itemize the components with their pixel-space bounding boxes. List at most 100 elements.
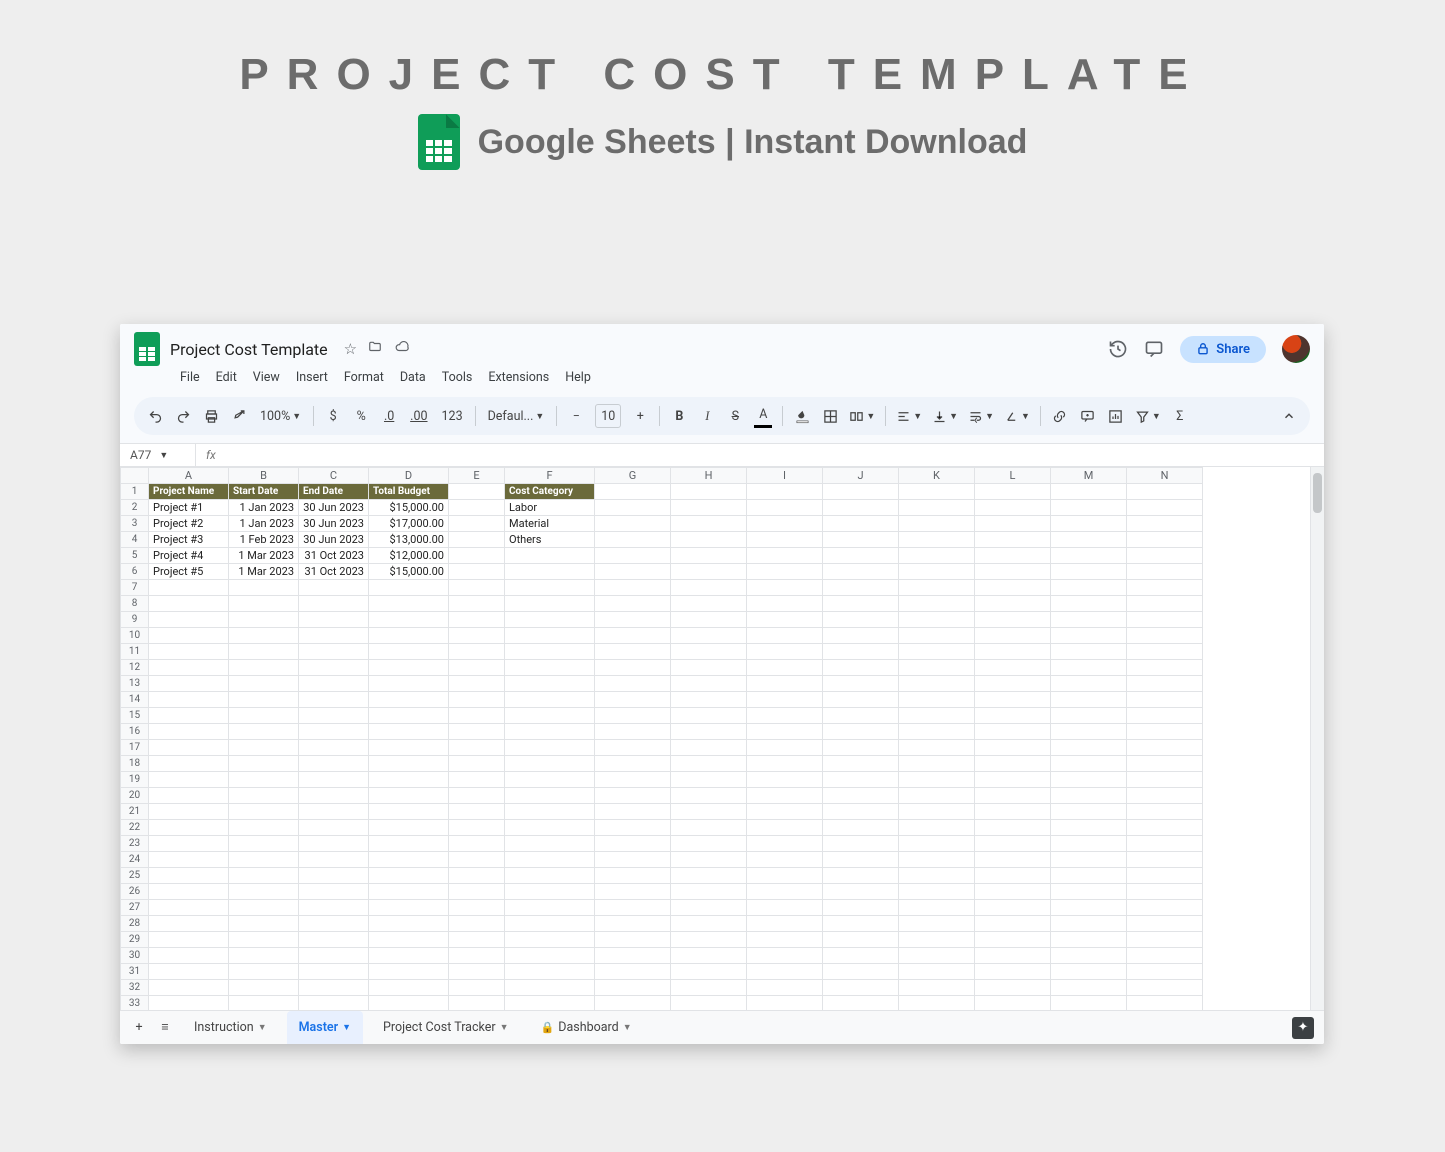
cell[interactable] xyxy=(747,804,823,820)
cell[interactable] xyxy=(229,708,299,724)
cell[interactable] xyxy=(1127,852,1203,868)
cell[interactable] xyxy=(369,628,449,644)
cell[interactable]: Others xyxy=(505,532,595,548)
cell[interactable] xyxy=(369,708,449,724)
cell[interactable] xyxy=(975,516,1051,532)
cell[interactable] xyxy=(229,948,299,964)
cell[interactable] xyxy=(823,740,899,756)
cell[interactable] xyxy=(747,932,823,948)
cell[interactable] xyxy=(595,580,671,596)
cell[interactable] xyxy=(747,820,823,836)
cell[interactable] xyxy=(449,548,505,564)
cell[interactable] xyxy=(505,580,595,596)
menu-data[interactable]: Data xyxy=(400,370,426,385)
cell[interactable] xyxy=(505,836,595,852)
cell[interactable] xyxy=(299,772,369,788)
cell[interactable] xyxy=(505,564,595,580)
cell[interactable] xyxy=(1051,724,1127,740)
cell[interactable] xyxy=(671,644,747,660)
cell[interactable] xyxy=(747,756,823,772)
cell[interactable] xyxy=(505,932,595,948)
cell[interactable] xyxy=(975,852,1051,868)
cell[interactable] xyxy=(1127,948,1203,964)
star-icon[interactable]: ☆ xyxy=(344,340,357,358)
cell[interactable] xyxy=(1051,836,1127,852)
cell[interactable] xyxy=(299,628,369,644)
cell[interactable] xyxy=(149,948,229,964)
cell[interactable] xyxy=(229,724,299,740)
cell[interactable] xyxy=(229,836,299,852)
cell[interactable] xyxy=(595,644,671,660)
cell[interactable] xyxy=(449,644,505,660)
cell[interactable] xyxy=(595,996,671,1011)
cell[interactable] xyxy=(149,660,229,676)
cell[interactable] xyxy=(1127,612,1203,628)
cell[interactable] xyxy=(671,676,747,692)
cell[interactable] xyxy=(149,692,229,708)
cell[interactable] xyxy=(747,868,823,884)
cell[interactable] xyxy=(229,788,299,804)
cell[interactable] xyxy=(671,548,747,564)
column-header[interactable]: N xyxy=(1127,468,1203,484)
cell[interactable] xyxy=(449,772,505,788)
cell[interactable] xyxy=(505,692,595,708)
italic-button[interactable]: I xyxy=(698,404,716,428)
cell[interactable] xyxy=(747,948,823,964)
cell[interactable] xyxy=(449,948,505,964)
cell[interactable] xyxy=(505,964,595,980)
row-header[interactable]: 20 xyxy=(121,788,149,804)
increase-decimal-button[interactable]: .00 xyxy=(408,404,429,428)
cell[interactable] xyxy=(1051,948,1127,964)
cell[interactable] xyxy=(1051,596,1127,612)
move-folder-icon[interactable] xyxy=(367,340,383,358)
cell[interactable] xyxy=(975,708,1051,724)
cell[interactable] xyxy=(823,772,899,788)
cell[interactable] xyxy=(449,900,505,916)
cell[interactable] xyxy=(299,852,369,868)
cell[interactable] xyxy=(299,708,369,724)
cell[interactable] xyxy=(1127,676,1203,692)
cell[interactable]: $13,000.00 xyxy=(369,532,449,548)
cell[interactable] xyxy=(369,948,449,964)
cell[interactable] xyxy=(671,932,747,948)
cell[interactable] xyxy=(229,916,299,932)
cell[interactable] xyxy=(975,788,1051,804)
cell[interactable] xyxy=(505,724,595,740)
cell[interactable]: Project #3 xyxy=(149,532,229,548)
cell[interactable] xyxy=(505,916,595,932)
cell[interactable] xyxy=(595,772,671,788)
cell[interactable] xyxy=(899,740,975,756)
cell[interactable] xyxy=(229,932,299,948)
cell[interactable] xyxy=(823,884,899,900)
cell[interactable] xyxy=(369,724,449,740)
column-header[interactable]: D xyxy=(369,468,449,484)
cell[interactable] xyxy=(1051,612,1127,628)
cell[interactable] xyxy=(299,644,369,660)
row-header[interactable]: 28 xyxy=(121,916,149,932)
cell[interactable] xyxy=(1051,980,1127,996)
cell[interactable] xyxy=(671,948,747,964)
cell[interactable] xyxy=(449,804,505,820)
cell[interactable] xyxy=(747,532,823,548)
cell[interactable] xyxy=(1127,596,1203,612)
cell[interactable] xyxy=(899,900,975,916)
cell[interactable] xyxy=(975,868,1051,884)
cell[interactable] xyxy=(1127,564,1203,580)
cell[interactable] xyxy=(369,772,449,788)
cell[interactable] xyxy=(823,484,899,500)
cell[interactable] xyxy=(1127,804,1203,820)
cell[interactable] xyxy=(229,740,299,756)
bold-button[interactable]: B xyxy=(670,404,688,428)
column-header[interactable]: L xyxy=(975,468,1051,484)
vertical-align-button[interactable]: ▼ xyxy=(932,404,958,428)
cell[interactable] xyxy=(1127,692,1203,708)
row-header[interactable]: 32 xyxy=(121,980,149,996)
cell[interactable] xyxy=(1127,548,1203,564)
cell[interactable] xyxy=(823,788,899,804)
cell[interactable] xyxy=(369,852,449,868)
cell[interactable] xyxy=(505,596,595,612)
cell[interactable] xyxy=(1127,740,1203,756)
cell[interactable] xyxy=(369,580,449,596)
cell[interactable] xyxy=(1051,900,1127,916)
cell[interactable] xyxy=(149,820,229,836)
